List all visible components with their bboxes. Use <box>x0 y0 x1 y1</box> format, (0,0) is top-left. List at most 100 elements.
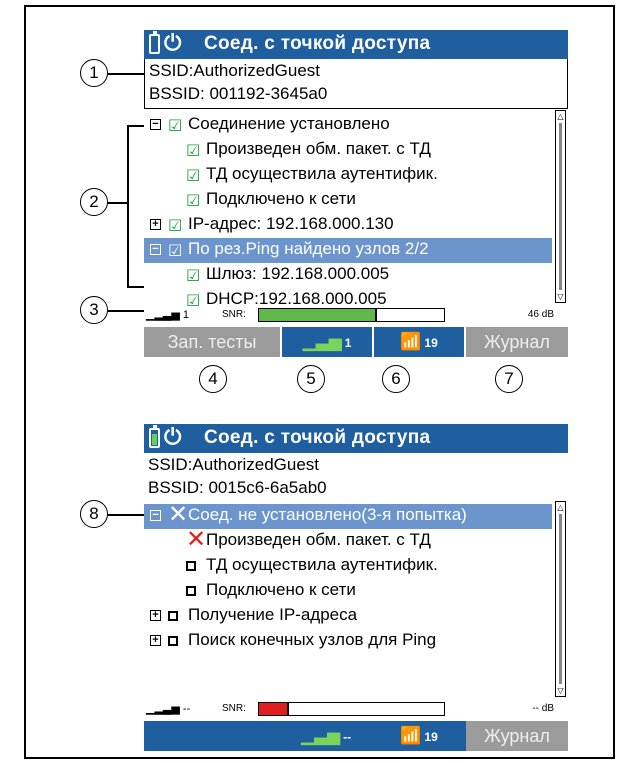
scroll-down-icon[interactable]: ▽ <box>557 292 564 301</box>
tree-row[interactable]: ✕ Произведен обм. пакет. с ТД <box>144 526 552 554</box>
ssid-text: SSID:AuthorizedGuest <box>149 61 321 80</box>
screen-failed: ⏻ Соед. с точкой доступа SSID:Authorized… <box>144 424 568 754</box>
expand-icon[interactable]: + <box>150 635 161 646</box>
fail-icon: ✕ <box>186 526 207 553</box>
network-info: SSID:AuthorizedGuest BSSID: 001192-3645a… <box>144 59 568 109</box>
tree-row-label: Соединение установлено <box>188 114 390 133</box>
battery-icon <box>149 31 160 54</box>
scrollbar[interactable]: △ ▽ <box>555 501 566 697</box>
tree-row-label: Подключено к сети <box>206 580 356 599</box>
signal-bars-icon: ▁▃▅ <box>302 332 342 351</box>
scroll-up-icon[interactable]: △ <box>557 503 564 512</box>
snr-label: SNR: <box>222 309 246 320</box>
snr-row: ▁▂▃▅ 1 SNR: 46 dB <box>144 305 568 325</box>
status-tree: − ✕ Соед. не установлено(3-я попытка) ✕ Прои… <box>144 501 568 697</box>
save-tests-tab[interactable] <box>144 721 280 751</box>
tree-row-label: По рез.Ping найдено узлов 2/2 <box>188 239 429 258</box>
check-icon: ☑ <box>168 218 183 235</box>
access-points-tab[interactable]: 📶 19 <box>374 327 464 357</box>
tree-row[interactable]: Подключено к сети <box>144 579 552 604</box>
check-icon: ☑ <box>186 168 201 185</box>
tree-row-label: Поиск конечных узлов для Ping <box>188 630 437 649</box>
tree-row[interactable]: + ☑ IP-адрес: 192.168.000.130 <box>144 213 552 238</box>
signal-text: 1 <box>182 309 190 321</box>
tree-row[interactable]: ☑ ТД осуществила аутентифик. <box>144 163 552 188</box>
screen-connected: ⏻ Соед. с точкой доступа SSID:Authorized… <box>144 30 568 360</box>
wifi-ap-icon: 📶 <box>400 332 422 351</box>
signal-bars-icon: ▁▃▅ <box>300 726 341 745</box>
bssid-text: BSSID: 0015c6-6a5ab0 <box>148 478 327 497</box>
tree-row-label: ТД осуществила аутентифик. <box>206 164 438 183</box>
snr-label: SNR: <box>222 703 246 714</box>
battery-icon <box>149 425 160 448</box>
tree-row-label: ТД осуществила аутентифик. <box>206 555 438 574</box>
tree-row-label: Шлюз: 192.168.000.005 <box>206 264 390 283</box>
callout-5: 5 <box>297 365 325 393</box>
tree-row[interactable]: ☑ Произведен обм. пакет. с ТД <box>144 138 552 163</box>
scrollbar[interactable]: △ ▽ <box>555 110 566 303</box>
network-info: SSID:AuthorizedGuest BSSID: 0015c6-6a5ab… <box>144 453 568 501</box>
tree-row[interactable]: ☑ Шлюз: 192.168.000.005 <box>144 263 552 288</box>
tree-row-label: Подключено к сети <box>206 189 356 208</box>
check-icon: ☑ <box>168 243 183 260</box>
tree-row[interactable]: ☑ Подключено к сети <box>144 188 552 213</box>
scroll-down-icon[interactable]: ▽ <box>557 686 564 695</box>
scroll-up-icon[interactable]: △ <box>557 112 564 121</box>
status-tree: − ☑ Соединение установлено ☑ Произведен обм.… <box>144 110 568 310</box>
tree-row[interactable]: − ☑ Соединение установлено <box>144 113 552 138</box>
signal-tab[interactable]: ▁▃▅ -- <box>280 721 372 751</box>
tree-row[interactable]: + Получение IP-адреса <box>144 604 552 629</box>
checkbox-empty-icon <box>168 636 178 646</box>
title-bar: ⏻ Соед. с точкой доступа <box>144 30 568 59</box>
check-icon: ☑ <box>168 118 183 135</box>
signal-strength-icon: ▁▂▃▅ -- <box>146 703 191 715</box>
check-icon: ☑ <box>186 268 201 285</box>
screen-title: Соед. с точкой доступа <box>204 427 431 448</box>
tree-row-label: Получение IP-адреса <box>188 605 358 624</box>
check-icon: ☑ <box>186 143 201 160</box>
check-icon: ☑ <box>186 193 201 210</box>
expand-icon[interactable]: + <box>150 219 161 230</box>
callout-4: 4 <box>199 365 227 393</box>
tree-row[interactable]: ТД осуществила аутентифик. <box>144 554 552 579</box>
log-tab[interactable]: Журнал <box>466 721 568 751</box>
signal-tab[interactable]: ▁▃▅ 1 <box>282 327 372 357</box>
checkbox-empty-icon <box>186 586 196 596</box>
callout-1: 1 <box>80 59 108 87</box>
collapse-icon[interactable]: − <box>150 510 161 521</box>
tab-bar: ▁▃▅ -- 📶 19 Журнал <box>144 721 568 751</box>
tree-row[interactable]: + Поиск конечных узлов для Ping <box>144 629 552 654</box>
callout-7: 7 <box>495 365 523 393</box>
tree-row-label: Соед. не установлено(3-я попытка) <box>188 505 467 524</box>
power-plug-icon: ⏻ <box>164 30 182 55</box>
collapse-icon[interactable]: − <box>150 119 161 130</box>
snr-bar <box>258 702 445 716</box>
snr-value: 46 dB <box>527 309 554 320</box>
signal-strength-icon: ▁▂▃▅ 1 <box>146 309 190 321</box>
checkbox-empty-icon <box>168 611 178 621</box>
tree-row[interactable]: − ☑ По рез.Ping найдено узлов 2/2 <box>144 238 552 263</box>
checkbox-empty-icon <box>186 561 196 571</box>
callout-3: 3 <box>80 296 108 324</box>
collapse-icon[interactable]: − <box>150 244 161 255</box>
callout-2: 2 <box>80 188 108 216</box>
access-points-tab[interactable]: 📶 19 <box>372 721 466 751</box>
log-tab[interactable]: Журнал <box>466 327 568 357</box>
tree-row-label: IP-адрес: 192.168.000.130 <box>188 214 394 233</box>
tree-row-label: Произведен обм. пакет. с ТД <box>206 530 431 549</box>
title-bar: ⏻ Соед. с точкой доступа <box>144 424 568 453</box>
callout-8: 8 <box>80 500 108 528</box>
callout-6: 6 <box>382 365 410 393</box>
wifi-ap-icon: 📶 <box>400 726 422 745</box>
fail-icon: ✕ <box>168 501 189 528</box>
tree-row-label: Произведен обм. пакет. с ТД <box>206 139 431 158</box>
save-tests-tab[interactable]: Зап. тесты <box>144 327 280 357</box>
power-plug-icon: ⏻ <box>164 424 182 449</box>
snr-bar-fill <box>259 703 289 715</box>
snr-value: -- dB <box>532 703 554 714</box>
tab-bar: Зап. тесты ▁▃▅ 1 📶 19 Журнал <box>144 327 568 357</box>
snr-bar-fill <box>259 309 378 321</box>
expand-icon[interactable]: + <box>150 610 161 621</box>
bssid-text: BSSID: 001192-3645a0 <box>149 84 328 103</box>
ssid-text: SSID:AuthorizedGuest <box>148 455 320 474</box>
